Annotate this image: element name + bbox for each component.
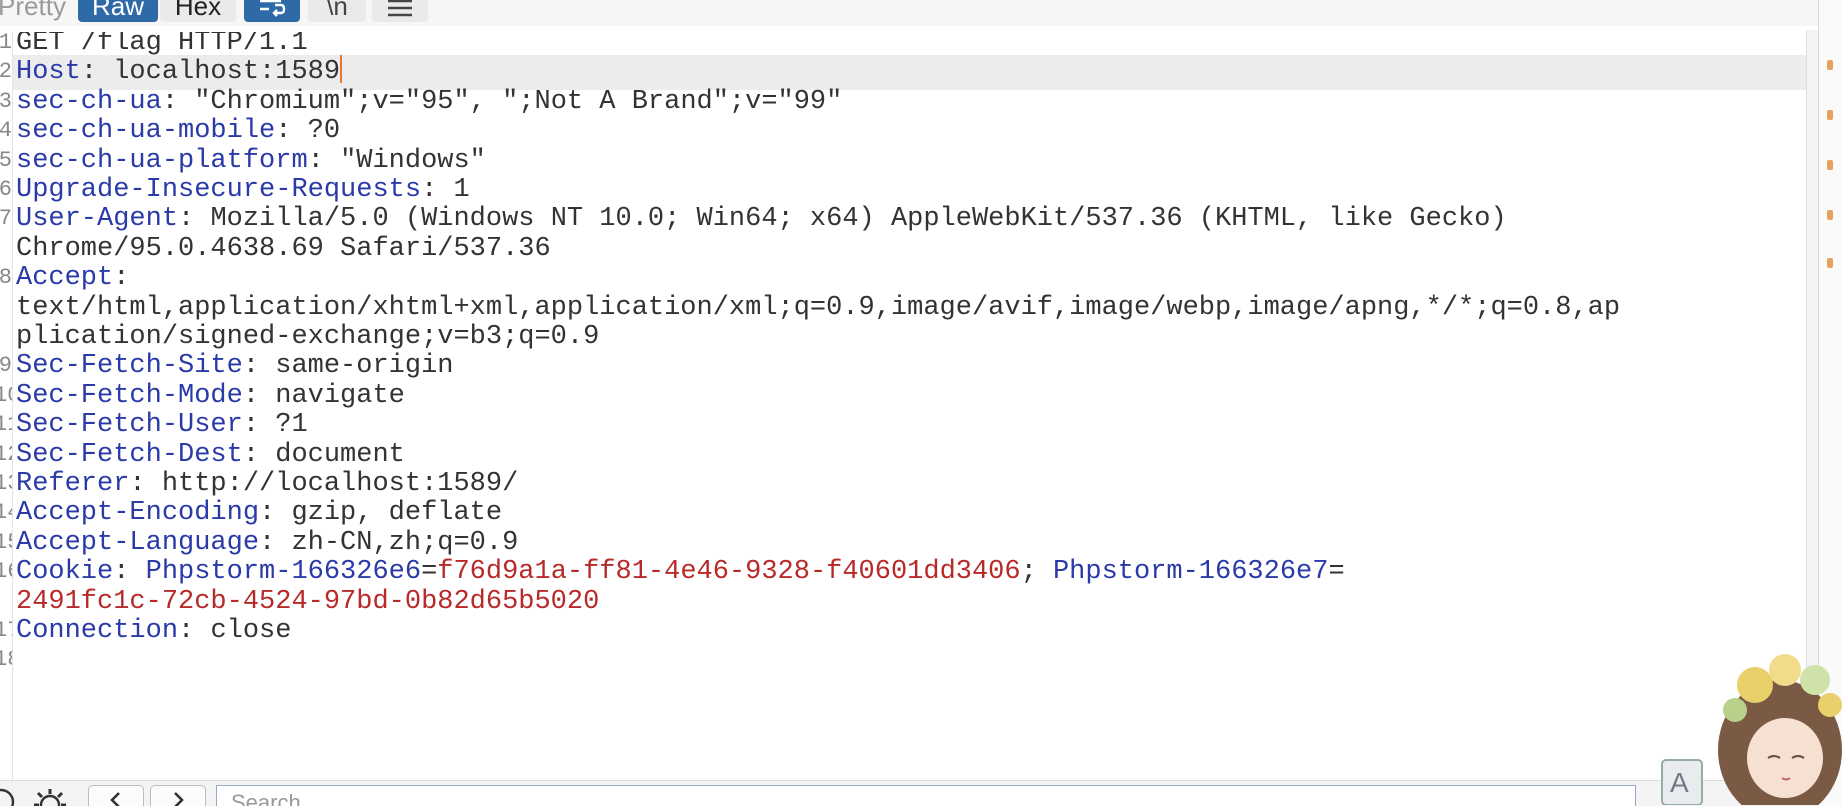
header-value: text/html,application/xhtml+xml,applicat… <box>16 292 1621 323</box>
search-input[interactable]: Search... <box>216 785 1636 806</box>
header-separator: : <box>242 410 276 441</box>
header-separator: : <box>259 527 292 558</box>
line-number: 18 <box>0 643 12 677</box>
text-caret <box>340 55 343 84</box>
header-name: Accept-Language <box>16 527 260 558</box>
help-circle-icon[interactable] <box>0 787 16 806</box>
header-name: Sec-Fetch-Mode <box>16 380 243 411</box>
cookie-value: f76d9a1a-ff81-4e46-9328-f40601dd3406 <box>437 557 1021 588</box>
header-value: same-origin <box>275 351 454 382</box>
header-separator: : <box>421 175 454 205</box>
line-number: 7 <box>0 206 12 232</box>
side-marker <box>1827 258 1833 268</box>
header-separator: : <box>178 616 211 646</box>
header-name: Sec-Fetch-User <box>16 410 243 441</box>
header-name: Host <box>16 57 81 88</box>
previous-match-button[interactable] <box>88 785 144 806</box>
line-number-gutter: 123456789101112131415161718 <box>0 32 13 780</box>
hex-tab[interactable]: Hex <box>160 0 236 22</box>
header-value: navigate <box>275 380 405 411</box>
next-match-button[interactable] <box>150 785 206 806</box>
gear-icon[interactable] <box>30 785 70 806</box>
header-name: Connection <box>16 616 179 646</box>
header-separator: : <box>242 439 276 470</box>
editor-menu-button[interactable] <box>372 0 428 22</box>
svg-text:A: A <box>1670 767 1689 798</box>
pretty-tab[interactable]: Pretty <box>0 0 70 22</box>
header-name: sec-ch-ua <box>16 86 162 117</box>
header-value: "Chromium";v="95", ";Not A Brand";v="99" <box>194 86 843 117</box>
cookie-equals: = <box>1328 557 1345 588</box>
header-name: User-Agent <box>16 204 179 235</box>
header-value: http://localhost:1589/ <box>161 469 519 499</box>
header-name: Sec-Fetch-Site <box>16 351 243 382</box>
header-separator: : <box>129 469 162 499</box>
header-value: ?1 <box>275 410 308 441</box>
header-value: zh-CN,zh;q=0.9 <box>291 527 519 558</box>
message-editor-toolbar: Pretty Raw Hex \n <box>0 0 1842 26</box>
header-separator: : <box>113 557 146 588</box>
editor-line[interactable]: Connection: close <box>16 614 1806 649</box>
search-bar: Search... <box>0 780 1818 806</box>
header-name: sec-ch-ua-mobile <box>16 116 276 147</box>
header-name: Upgrade-Insecure-Requests <box>16 175 422 205</box>
raw-tab[interactable]: Raw <box>78 0 158 22</box>
side-marker <box>1827 60 1833 70</box>
cookie-name: Phpstorm-166326e6 <box>145 557 422 588</box>
line-number: 16 <box>0 555 12 589</box>
header-value: ?0 <box>307 116 341 147</box>
header-value: Mozilla/5.0 (Windows NT 10.0; Win64; x64… <box>210 204 1507 235</box>
header-name: Referer <box>16 469 130 499</box>
header-name: Accept <box>16 263 114 294</box>
header-separator: : <box>259 498 292 529</box>
wrap-lines-button[interactable] <box>244 0 300 22</box>
request-editor[interactable]: 123456789101112131415161718 GET /flag HT… <box>0 32 1806 780</box>
header-value: GET /flag HTTP/1.1 <box>16 32 308 58</box>
line-number: 8 <box>0 265 12 291</box>
header-value: localhost:1589 <box>113 57 341 88</box>
side-marker <box>1827 210 1833 220</box>
header-value: plication/signed-exchange;v=b3;q=0.9 <box>16 322 600 352</box>
side-marker <box>1827 110 1833 120</box>
header-value: close <box>210 616 292 646</box>
header-separator: : <box>307 145 341 176</box>
header-separator: : <box>275 116 308 147</box>
header-separator: : <box>80 57 114 88</box>
side-marker <box>1827 160 1833 170</box>
header-separator: : <box>113 263 130 294</box>
anime-avatar-decoration: A <box>1661 654 1842 805</box>
header-separator: : <box>161 86 195 117</box>
header-name: sec-ch-ua-platform <box>16 145 308 176</box>
cookie-delimiter: ; <box>1020 557 1053 588</box>
header-name: Sec-Fetch-Dest <box>16 439 243 470</box>
header-name: Accept-Encoding <box>16 498 260 529</box>
header-value: "Windows" <box>340 145 486 176</box>
header-value: 1 <box>453 175 470 205</box>
wrap-lines-icon <box>260 0 286 17</box>
cookie-value: 2491fc1c-72cb-4524-97bd-0b82d65b5020 <box>16 586 600 617</box>
cookie-name: Phpstorm-166326e7 <box>1052 557 1329 588</box>
chevron-left-icon <box>110 792 120 806</box>
header-value: document <box>275 439 405 470</box>
cookie-equals: = <box>421 557 438 588</box>
header-separator: : <box>242 380 276 411</box>
header-name: Cookie <box>16 557 114 588</box>
header-value: Chrome/95.0.4638.69 Safari/537.36 <box>16 233 551 264</box>
chevron-right-icon <box>174 792 184 806</box>
header-separator: : <box>178 204 211 235</box>
header-value: gzip, deflate <box>291 498 503 529</box>
header-separator: : <box>242 351 276 382</box>
hamburger-menu-icon <box>388 0 412 17</box>
show-newlines-button[interactable]: \n <box>308 0 366 22</box>
